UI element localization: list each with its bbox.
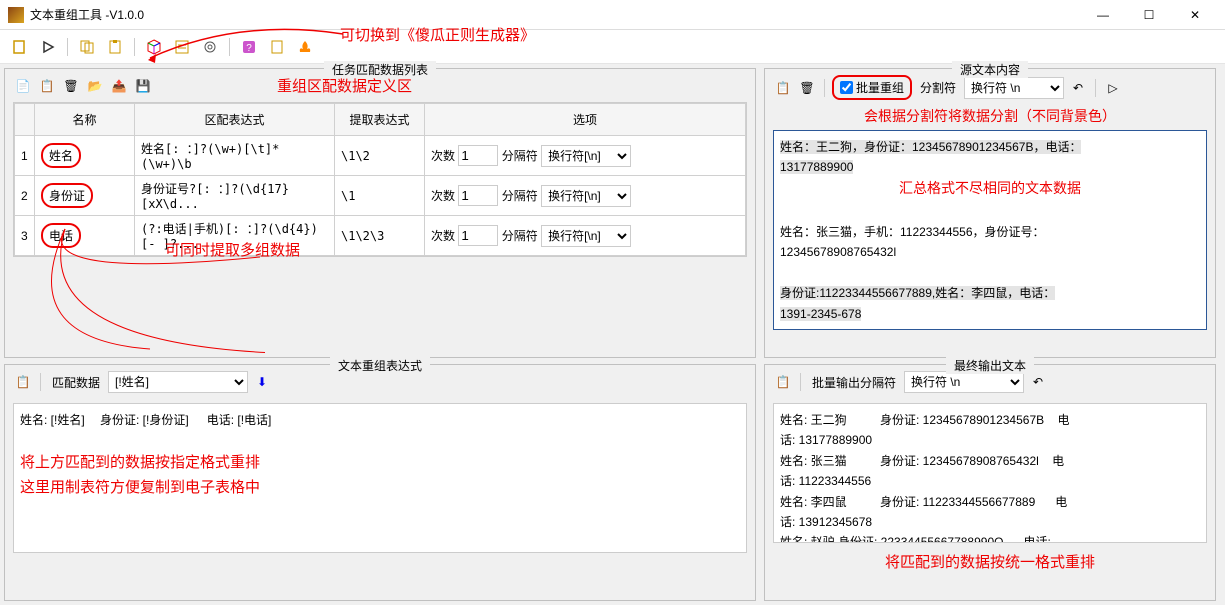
annotation-split: 会根据分割符将数据分割（不同背景色）: [765, 106, 1215, 126]
expr-panel: 文本重组表达式 📋 匹配数据 [!姓名] ⬇ 姓名: [!姓名] 身份证: [!…: [4, 364, 756, 601]
task-new-icon[interactable]: 📄: [13, 76, 33, 96]
out-line: 姓名: 李四鼠 身份证: 11223344556677889 电: [780, 492, 1200, 512]
expr-panel-title: 文本重组表达式: [330, 357, 430, 374]
output-panel: 最终输出文本 📋 批量输出分隔符 换行符 \n ↶ 姓名: 王二狗 身份证: 1…: [764, 364, 1216, 601]
th-name: 名称: [35, 104, 135, 136]
tb-copy-icon[interactable]: [75, 35, 99, 59]
batch-reorganize-checkbox[interactable]: 批量重组: [832, 75, 912, 100]
annotation-rearrange1: 将上方匹配到的数据按指定格式重排: [20, 451, 740, 477]
expr-insert-icon[interactable]: ⬇: [252, 372, 272, 392]
src-line: 姓名：王二狗，身份证：12345678901234567B，电话：: [780, 137, 1200, 157]
src-undo-icon[interactable]: ↶: [1068, 78, 1088, 98]
src-line: 12345678908765432l: [780, 242, 1200, 262]
row-sep-select[interactable]: 换行符[\n]: [541, 185, 631, 207]
maximize-button[interactable]: ☐: [1135, 5, 1163, 25]
output-panel-title: 最终输出文本: [946, 357, 1034, 374]
src-sep-label: 分割符: [920, 79, 956, 96]
svg-text:?: ?: [246, 43, 252, 54]
expr-paste-icon[interactable]: 📋: [13, 372, 33, 392]
out-sep-select[interactable]: 换行符 \n: [904, 371, 1024, 393]
minimize-button[interactable]: —: [1089, 5, 1117, 25]
task-panel-title: 任务匹配数据列表: [324, 61, 436, 78]
match-data-label: 匹配数据: [52, 374, 100, 391]
tb-file-icon[interactable]: [8, 35, 32, 59]
annotation-define: 重组区配数据定义区: [277, 75, 412, 96]
src-line: 1391-2345-678: [780, 304, 1200, 324]
out-line: 姓名: 赵驴 身份证: 22334455667788990O 电话:: [780, 532, 1200, 543]
count-input[interactable]: [458, 185, 498, 206]
tb-paste-icon[interactable]: [103, 35, 127, 59]
close-button[interactable]: ✕: [1181, 5, 1209, 25]
table-row[interactable]: 1 姓名 姓名[: ：]?(\w+)[\t]*(\w+)\b \1\2 次数 分…: [15, 136, 746, 176]
task-export-icon[interactable]: 📤: [109, 76, 129, 96]
src-line: 13177889900: [780, 157, 1200, 177]
out-copy-icon[interactable]: 📋: [773, 372, 793, 392]
task-table: 名称 区配表达式 提取表达式 选项 1 姓名 姓名[: ：]?(\w+)[\t]…: [14, 103, 746, 256]
th-extract: 提取表达式: [335, 104, 425, 136]
main-toolbar: ?: [0, 30, 1225, 64]
annotation-rearrange2: 这里用制表符方便复制到电子表格中: [20, 476, 740, 502]
src-line: 姓名：张三猫，手机：11223344556，身份证号：: [780, 222, 1200, 242]
tb-list-icon[interactable]: [170, 35, 194, 59]
src-paste-icon[interactable]: 📋: [773, 78, 793, 98]
tb-flame-icon[interactable]: [293, 35, 317, 59]
window-titlebar: 文本重组工具 -V1.0.0 — ☐ ✕: [0, 0, 1225, 30]
task-save-icon[interactable]: 💾: [133, 76, 153, 96]
th-options: 选项: [425, 104, 746, 136]
row-sep-select[interactable]: 换行符[\n]: [541, 225, 631, 247]
annotation-summary: 汇总格式不尽相同的文本数据: [780, 178, 1200, 202]
count-input[interactable]: [458, 225, 498, 246]
tb-play-icon[interactable]: [36, 35, 60, 59]
task-copy-icon[interactable]: 📋: [37, 76, 57, 96]
expr-body: 姓名: [!姓名] 身份证: [!身份证] 电话: [!电话]: [20, 410, 740, 430]
src-line: 身份证:11223344556677889,姓名：李四鼠，电话：: [780, 283, 1200, 303]
source-textarea[interactable]: 姓名：王二狗，身份证：12345678901234567B，电话：1317788…: [773, 130, 1207, 330]
tb-doc-icon[interactable]: [265, 35, 289, 59]
tb-cube-icon[interactable]: [142, 35, 166, 59]
expr-textarea[interactable]: 姓名: [!姓名] 身份证: [!身份证] 电话: [!电话] 将上方匹配到的数…: [13, 403, 747, 553]
out-line: 姓名: 张三猫 身份证: 12345678908765432l 电: [780, 451, 1200, 471]
table-row[interactable]: 3 电话 (?:电话|手机)[: ：]?(\d{4})[- ]?... \1\2…: [15, 216, 746, 256]
row-sep-select[interactable]: 换行符[\n]: [541, 145, 631, 167]
tb-gear-icon[interactable]: [198, 35, 222, 59]
annotation-unify: 将匹配到的数据按统一格式重排: [765, 551, 1215, 576]
task-folder-icon[interactable]: 📂: [85, 76, 105, 96]
tb-help-icon[interactable]: ?: [237, 35, 261, 59]
table-row[interactable]: 2 身份证 身份证号?[: ：]?(\d{17}[xX\d... \1 次数 分…: [15, 176, 746, 216]
src-play-icon[interactable]: ▷: [1103, 78, 1123, 98]
out-undo-icon[interactable]: ↶: [1028, 372, 1048, 392]
source-panel: 源文本内容 📋 🗑 批量重组 分割符 换行符 \n ↶ ▷ 会根据分割符将数据分…: [764, 68, 1216, 358]
out-line: 话: 13912345678: [780, 512, 1200, 532]
src-line: [780, 324, 1200, 330]
task-trash-icon[interactable]: 🗑: [61, 76, 81, 96]
out-sep-label: 批量输出分隔符: [812, 374, 896, 391]
task-panel: 任务匹配数据列表 📄 📋 🗑 📂 📤 💾 重组区配数据定义区 名称 区配表达式: [4, 68, 756, 358]
batch-checkbox-input[interactable]: [840, 81, 853, 94]
src-sep-select[interactable]: 换行符 \n: [964, 77, 1064, 99]
src-line: [780, 202, 1200, 222]
out-line: 姓名: 王二狗 身份证: 12345678901234567B 电: [780, 410, 1200, 430]
out-line: 话: 13177889900: [780, 430, 1200, 450]
src-line: [780, 263, 1200, 283]
out-line: 话: 11223344556: [780, 471, 1200, 491]
app-icon: [8, 7, 24, 23]
match-data-select[interactable]: [!姓名]: [108, 371, 248, 393]
src-trash-icon[interactable]: 🗑: [797, 78, 817, 98]
th-match: 区配表达式: [135, 104, 335, 136]
window-title: 文本重组工具 -V1.0.0: [30, 6, 144, 23]
source-panel-title: 源文本内容: [952, 61, 1028, 78]
output-textarea[interactable]: 姓名: 王二狗 身份证: 12345678901234567B 电话: 1317…: [773, 403, 1207, 543]
count-input[interactable]: [458, 145, 498, 166]
